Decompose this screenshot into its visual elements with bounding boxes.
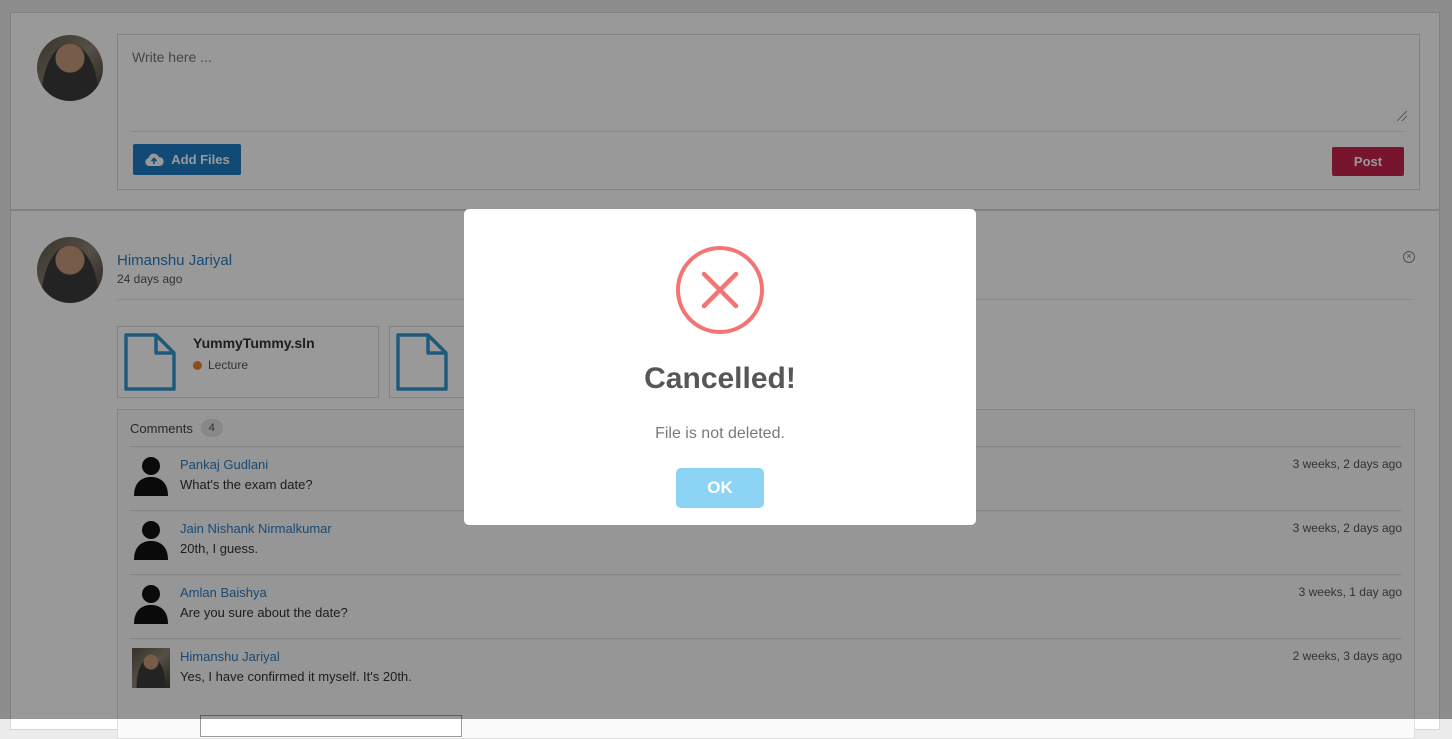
error-x-icon [676, 246, 764, 334]
ok-button[interactable]: OK [676, 468, 764, 508]
alert-dialog: Cancelled! File is not deleted. OK [464, 209, 976, 525]
dialog-message: File is not deleted. [655, 425, 785, 442]
page: Add Files Post Himanshu Jariyal 24 days … [0, 0, 1452, 739]
dialog-title: Cancelled! [644, 362, 796, 395]
